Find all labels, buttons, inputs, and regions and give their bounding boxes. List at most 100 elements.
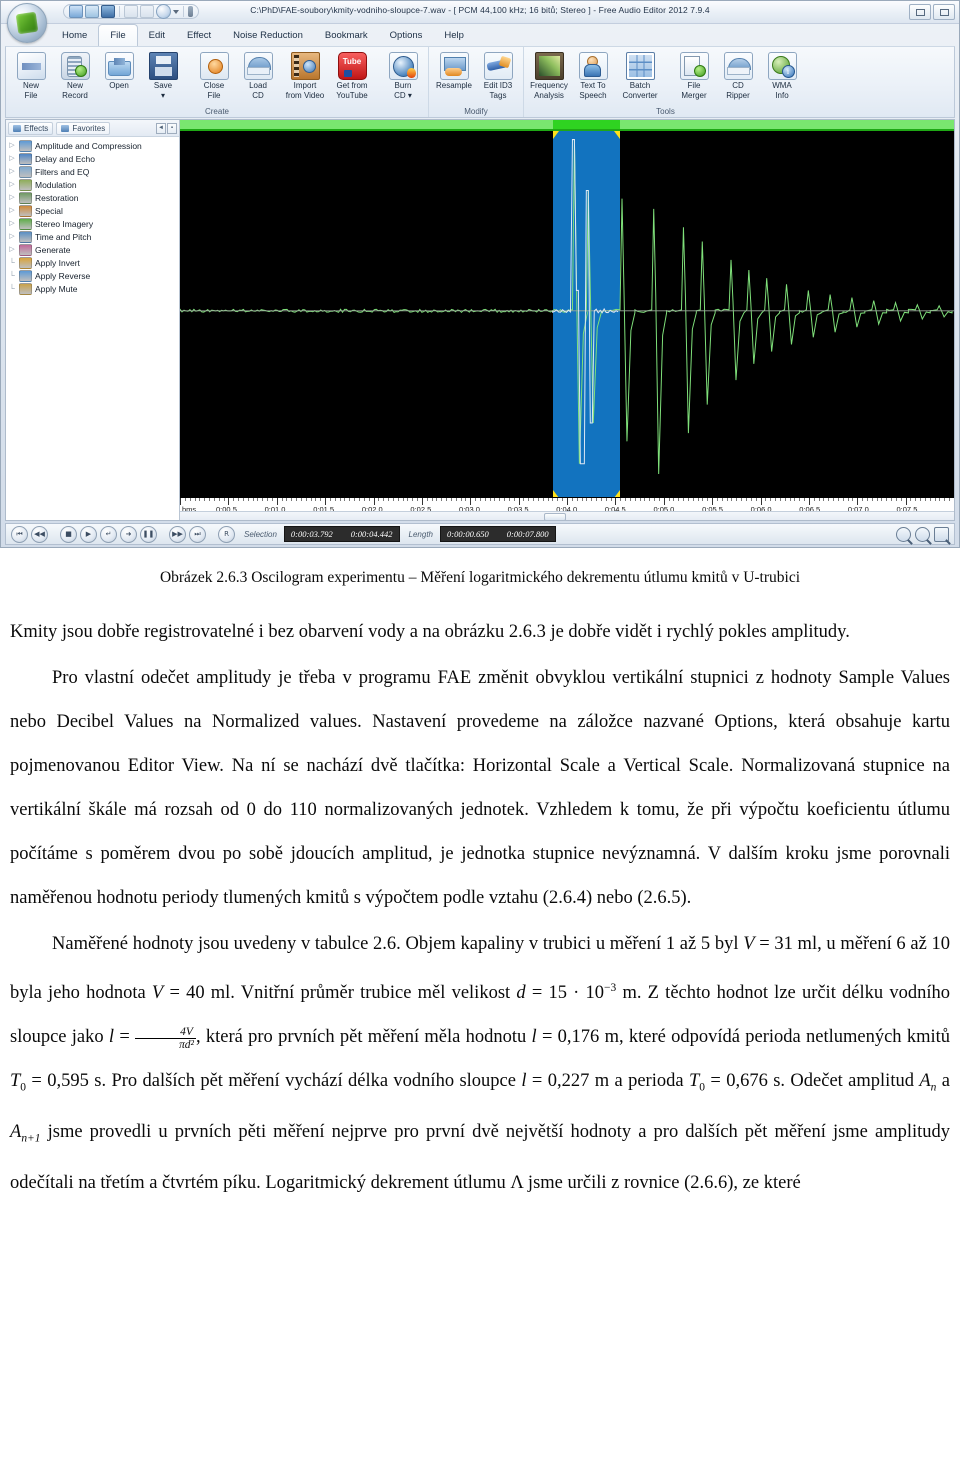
expand-arrow-icon[interactable]: ▷ bbox=[8, 217, 16, 230]
variable-T0-a: T bbox=[10, 1071, 21, 1092]
effect-item-label: Apply Reverse bbox=[35, 270, 91, 281]
ribbon-tab-effect[interactable]: Effect bbox=[176, 25, 222, 46]
load-cd-icon bbox=[243, 52, 273, 80]
ribbon-button-sublabel: Info bbox=[775, 91, 789, 100]
ribbon-group-modify: Resample Edit ID3 Tags Modify bbox=[428, 47, 523, 117]
effect-item[interactable]: ▷ Special bbox=[8, 204, 179, 217]
expand-arrow-icon[interactable]: ▷ bbox=[8, 139, 16, 152]
horizontal-scrollbar[interactable] bbox=[180, 511, 954, 520]
ribbon-button-label: WMA bbox=[772, 81, 792, 90]
ribbon-button-frequency-analysis[interactable]: Frequency Analysis bbox=[527, 50, 571, 100]
effect-item[interactable]: ▷ Filters and EQ bbox=[8, 165, 179, 178]
ribbon-button-close-file[interactable]: Close File bbox=[192, 50, 236, 100]
effect-item[interactable]: └ Apply Reverse bbox=[8, 269, 179, 282]
effect-item[interactable]: ▷ Amplitude and Compression bbox=[8, 139, 179, 152]
variable-V1: V bbox=[743, 934, 755, 954]
tree-leaf-icon[interactable]: └ bbox=[8, 269, 16, 282]
effect-item[interactable]: ▷ Restoration bbox=[8, 191, 179, 204]
overview-selection[interactable] bbox=[553, 120, 620, 129]
ribbon-tab-help[interactable]: Help bbox=[433, 25, 475, 46]
expand-arrow-icon[interactable]: ▷ bbox=[8, 243, 16, 256]
expand-arrow-icon[interactable]: ▷ bbox=[8, 230, 16, 243]
ribbon-tab-options[interactable]: Options bbox=[379, 25, 434, 46]
ribbon-tab-file[interactable]: File bbox=[98, 24, 138, 47]
pin-panel-icon[interactable]: ▪ bbox=[167, 122, 177, 134]
ribbon-tab-home[interactable]: Home bbox=[51, 25, 98, 46]
expand-arrow-icon[interactable]: ▷ bbox=[8, 204, 16, 217]
effect-category-icon bbox=[19, 139, 32, 152]
play-selection-button[interactable]: ↵ bbox=[100, 525, 117, 543]
ribbon-tab-edit[interactable]: Edit bbox=[138, 25, 176, 46]
overview-strip[interactable] bbox=[180, 120, 954, 129]
play-button[interactable]: ▶ bbox=[80, 525, 97, 543]
zoom-to-selection-icon[interactable] bbox=[934, 526, 949, 542]
rewind-button[interactable]: ◀◀ bbox=[31, 525, 48, 543]
ribbon-button-open[interactable]: Open bbox=[97, 50, 141, 90]
ribbon-button-text-to-speech[interactable]: Text To Speech bbox=[571, 50, 615, 100]
window-controls[interactable] bbox=[909, 4, 955, 20]
effect-item[interactable]: ▷ Time and Pitch bbox=[8, 230, 179, 243]
ribbon-button-load-cd[interactable]: Load CD bbox=[236, 50, 280, 100]
ribbon-button-wma-info[interactable]: WMAInfo bbox=[760, 50, 804, 100]
ribbon-button-label: Burn bbox=[394, 81, 412, 90]
transport-status-bar[interactable]: ⏮ ◀◀ ■ ▶ ↵ ➜ ❚❚ ▶▶ ⏭ R Selection 0:00:03.792 0:00:04… bbox=[5, 523, 955, 545]
play-to-end-button[interactable]: ➜ bbox=[120, 525, 137, 543]
ribbon-button-batch-converter[interactable]: Batch Converter bbox=[615, 50, 665, 100]
zoom-in-icon[interactable] bbox=[896, 526, 911, 542]
ribbon-button-resample[interactable]: Resample bbox=[432, 50, 476, 90]
stop-button[interactable]: ■ bbox=[60, 525, 77, 543]
effect-item-label: Special bbox=[35, 205, 63, 216]
ribbon-button-file-merger[interactable]: File Merger bbox=[672, 50, 716, 100]
ribbon-tab-bookmark[interactable]: Bookmark bbox=[314, 25, 379, 46]
effect-item[interactable]: ▷ Modulation bbox=[8, 178, 179, 191]
collapse-panel-icon[interactable]: ◄ bbox=[156, 122, 166, 134]
go-to-start-button[interactable]: ⏮ bbox=[11, 525, 28, 543]
ribbon-button-sublabel: Tags bbox=[489, 91, 507, 100]
effects-panel-tab-favorites[interactable]: Favorites bbox=[56, 121, 111, 135]
go-to-end-button[interactable]: ⏭ bbox=[189, 525, 206, 543]
selection-time-field[interactable]: 0:00:03.792 0:00:04.442 bbox=[283, 526, 400, 542]
effects-panel-tab-effects[interactable]: Effects bbox=[8, 121, 54, 135]
fast-forward-button[interactable]: ▶▶ bbox=[169, 525, 186, 543]
ribbon-button-import-from-video[interactable]: Import from Video bbox=[280, 50, 330, 100]
minimize-button[interactable] bbox=[909, 4, 931, 20]
scrollbar-thumb[interactable] bbox=[543, 513, 566, 520]
expand-arrow-icon[interactable]: ▷ bbox=[8, 191, 16, 204]
total-duration-value: 0:00:07.800 bbox=[506, 529, 549, 539]
ribbon-button-cd-ripper[interactable]: CD Ripper bbox=[716, 50, 760, 100]
ribbon-button-save[interactable]: Save ▾ bbox=[141, 50, 185, 100]
ribbon-button-burn-cd[interactable]: Burn CD ▾ bbox=[381, 50, 425, 100]
ribbon-button-label: Text To bbox=[580, 81, 606, 90]
panel-pin-controls[interactable]: ◄ ▪ bbox=[156, 122, 177, 134]
tree-leaf-icon[interactable]: └ bbox=[8, 256, 16, 269]
effect-item[interactable]: ▷ Generate bbox=[8, 243, 179, 256]
selection-start-value: 0:00:03.792 bbox=[290, 529, 333, 539]
expand-arrow-icon[interactable]: ▷ bbox=[8, 152, 16, 165]
expand-arrow-icon[interactable]: ▷ bbox=[8, 178, 16, 191]
tree-leaf-icon[interactable]: └ bbox=[8, 282, 16, 295]
ribbon-button-new-file[interactable]: New File bbox=[9, 50, 53, 100]
time-ruler[interactable]: hms 0:00.5 0:01.0 0:01.5 0:02.0 0:02.5 0:03.0 0… bbox=[180, 497, 954, 520]
waveform-canvas[interactable] bbox=[180, 131, 954, 498]
waveform-view[interactable]: hms 0:00.5 0:01.0 0:01.5 0:02.0 0:02.5 0:03.0 0… bbox=[180, 120, 954, 520]
effects-panel-tabs[interactable]: Effects Favorites ◄ ▪ bbox=[6, 120, 179, 137]
record-button[interactable]: R bbox=[218, 525, 235, 543]
restore-button[interactable] bbox=[933, 4, 955, 20]
effect-item[interactable]: ▷ Stereo Imagery bbox=[8, 217, 179, 230]
pause-button[interactable]: ❚❚ bbox=[140, 525, 157, 543]
effect-item[interactable]: └ Apply Invert bbox=[8, 256, 179, 269]
ribbon-tab-strip[interactable]: Home File Edit Effect Noise Reduction Bookmar… bbox=[1, 24, 959, 47]
effects-tree[interactable]: ▷ Amplitude and Compression ▷ Delay and Ech… bbox=[6, 137, 179, 520]
length-time-field[interactable]: 0:00:00.650 0:00:07.800 bbox=[439, 526, 556, 542]
ribbon-button-edit-id3-tags[interactable]: Edit ID3 Tags bbox=[476, 50, 520, 100]
selection-end-value: 0:00:04.442 bbox=[350, 529, 393, 539]
ribbon-button-get-from-youtube[interactable]: Get fromYouTube bbox=[330, 50, 374, 100]
zoom-controls[interactable] bbox=[896, 526, 949, 542]
ribbon-button-new-record[interactable]: New Record bbox=[53, 50, 97, 100]
zoom-out-icon[interactable] bbox=[915, 526, 930, 542]
ribbon-tab-noise-reduction[interactable]: Noise Reduction bbox=[222, 25, 314, 46]
ribbon-button-label: Resample bbox=[435, 81, 472, 90]
effect-item[interactable]: └ Apply Mute bbox=[8, 282, 179, 295]
effect-item[interactable]: ▷ Delay and Echo bbox=[8, 152, 179, 165]
expand-arrow-icon[interactable]: ▷ bbox=[8, 165, 16, 178]
